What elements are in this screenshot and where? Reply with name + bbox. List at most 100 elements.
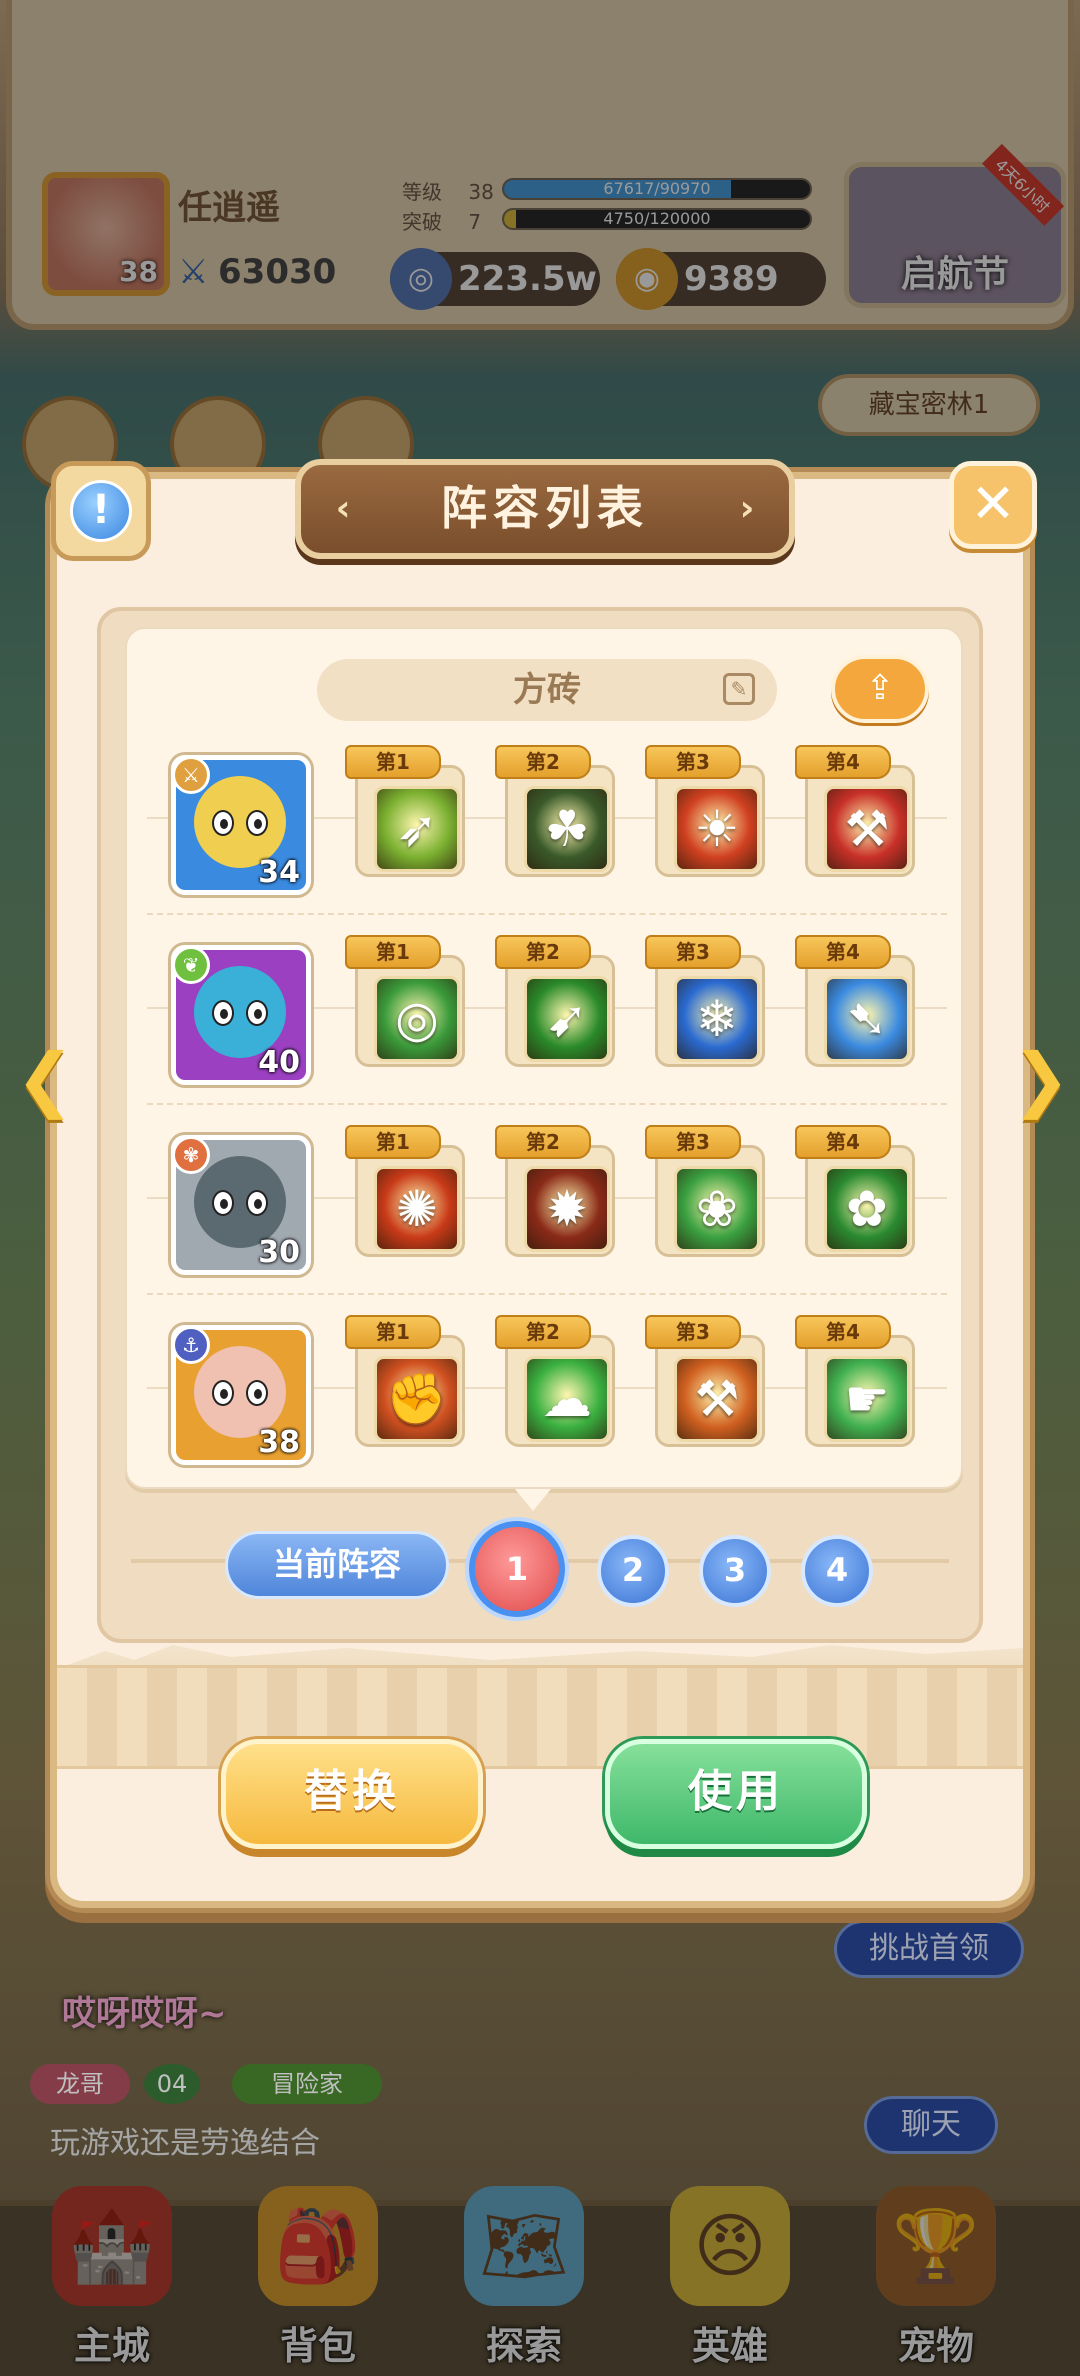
bag-icon: 🎒	[258, 2186, 378, 2306]
player-avatar[interactable]: 38	[42, 172, 170, 296]
hero-portrait[interactable]: ❦ 40	[171, 945, 311, 1085]
event-timer: 4天6小时	[981, 143, 1064, 227]
lineup-tab-1[interactable]: 1	[469, 1521, 565, 1617]
skill-slot[interactable]: ⚒ 第4	[795, 745, 919, 885]
axe-icon: ⚒	[824, 786, 910, 872]
skill-slot[interactable]: ❄ 第3	[645, 935, 769, 1075]
skill-slot[interactable]: ➹ 第2	[495, 935, 619, 1075]
title-left-ornament-icon: ‹	[335, 488, 351, 529]
hero-row: ⚓ 38 ✊ 第1 ☁ 第2 ⚒ 第3 ☛ 第4	[147, 1315, 947, 1475]
hero-level: 38	[258, 1425, 300, 1460]
gem-counter[interactable]: ◉ 9389	[616, 248, 826, 310]
event-label: 启航节	[900, 254, 1009, 295]
use-button[interactable]: 使用	[605, 1739, 867, 1849]
skill-frame: ✊	[355, 1335, 465, 1447]
skill-slot[interactable]: ☁ 第2	[495, 1315, 619, 1455]
combat-power: ⚔ 63030	[178, 252, 336, 292]
hero-level: 40	[258, 1045, 300, 1080]
close-button[interactable]: ✕	[949, 461, 1037, 549]
skill-slot[interactable]: ☛ 第4	[795, 1315, 919, 1455]
lineup-card: 方砖 ✎ ⇪ ⚔ 34 ➶ 第1 ☘ 第2 ☀ 第3 ⚒ 第4 ❦ 40 ◎ 第1 ➹ 第2 ❄ 第3 ➷ 第4 ✾ 30…	[125, 627, 963, 1511]
lineup-tab-4[interactable]: 4	[801, 1535, 873, 1607]
prev-arrow-icon[interactable]: ❮	[15, 1039, 75, 1119]
skill-slot[interactable]: ✺ 第1	[345, 1125, 469, 1265]
arrow-strike-icon: ➶	[374, 786, 460, 872]
chat-button[interactable]: 聊天	[864, 2096, 998, 2154]
nav-item-3[interactable]: 😠 英雄	[640, 2166, 820, 2376]
hero-row: ⚔ 34 ➶ 第1 ☘ 第2 ☀ 第3 ⚒ 第4	[147, 745, 947, 915]
nav-item-4[interactable]: 🏆 宠物	[846, 2166, 1026, 2376]
skill-frame: ❄	[655, 955, 765, 1067]
anchor-icon: ⚓	[172, 1326, 210, 1364]
green-hand-icon: ☛	[824, 1356, 910, 1442]
skill-order-tab: 第2	[495, 935, 591, 969]
green-orb-icon: ❀	[674, 1166, 760, 1252]
chat-sender-level: 04	[144, 2064, 200, 2104]
skill-slot[interactable]: ✹ 第2	[495, 1125, 619, 1265]
skill-order-tab: 第1	[345, 1315, 441, 1349]
hero-portrait[interactable]: ⚔ 34	[171, 755, 311, 895]
hero-portrait[interactable]: ⚓ 38	[171, 1325, 311, 1465]
break-exp-text: 4750/120000	[603, 209, 711, 228]
crossed-swords-icon: ⚔	[178, 252, 209, 292]
skill-frame: ☁	[505, 1335, 615, 1447]
skill-frame: ☛	[805, 1335, 915, 1447]
coin-counter[interactable]: ◎ 223.5w	[390, 248, 600, 310]
nav-item-0[interactable]: 🏰 主城	[22, 2166, 202, 2376]
nav-label: 探索	[485, 2324, 562, 2368]
level-row: 等级 38 67617/90970	[402, 176, 812, 205]
skill-frame: ➷	[805, 955, 915, 1067]
skill-slot[interactable]: ❀ 第3	[645, 1125, 769, 1265]
break-exp-bar: 4750/120000	[502, 208, 812, 230]
nav-label: 宠物	[897, 2324, 974, 2368]
skill-slot[interactable]: ◎ 第1	[345, 935, 469, 1075]
info-button[interactable]: !	[51, 461, 151, 561]
nav-label: 英雄	[691, 2324, 768, 2368]
nav-label: 主城	[73, 2324, 150, 2368]
next-arrow-icon[interactable]: ❯	[1011, 1039, 1071, 1119]
title-right-ornament-icon: ›	[739, 488, 755, 529]
exclamation-icon: !	[70, 480, 132, 542]
leaf-star-icon: ✿	[824, 1166, 910, 1252]
sword-icon: ⚔	[172, 756, 210, 794]
skill-slot[interactable]: ☀ 第3	[645, 745, 769, 885]
skill-frame: ➹	[505, 955, 615, 1067]
skill-order-tab: 第2	[495, 1315, 591, 1349]
skill-frame: ◎	[355, 955, 465, 1067]
lineup-tab-3[interactable]: 3	[699, 1535, 771, 1607]
skill-frame: ✿	[805, 1145, 915, 1257]
skill-slot[interactable]: ➶ 第1	[345, 745, 469, 885]
hero-portrait[interactable]: ✾ 30	[171, 1135, 311, 1275]
area-name[interactable]: 藏宝密林1	[818, 374, 1040, 436]
skill-frame: ⚒	[805, 765, 915, 877]
share-button[interactable]: ⇪	[831, 655, 929, 723]
skill-frame: ➶	[355, 765, 465, 877]
hero-level: 34	[258, 855, 300, 890]
player-level: 38	[119, 255, 158, 288]
break-label: 突破	[402, 210, 442, 234]
edit-icon[interactable]: ✎	[723, 673, 755, 705]
skill-slot[interactable]: ✊ 第1	[345, 1315, 469, 1455]
skill-slot[interactable]: ➷ 第4	[795, 935, 919, 1075]
lineup-name-field[interactable]: 方砖 ✎	[317, 659, 777, 721]
player-name: 任逍遥	[178, 188, 280, 228]
nav-item-1[interactable]: 🎒 背包	[228, 2166, 408, 2376]
skill-slot[interactable]: ⚒ 第3	[645, 1315, 769, 1455]
nav-item-2[interactable]: 🗺 探索	[434, 2166, 614, 2376]
chat-sender[interactable]: 龙哥	[30, 2064, 130, 2104]
gem-value: 9389	[684, 259, 779, 299]
level-value: 38	[468, 180, 494, 204]
lineup-list-dialog: ! ‹ 阵容列表 › ✕ ❮ ❯ 方砖 ✎ ⇪ ⚔ 34 ➶ 第1 ☘ 第2 ☀ 第3 ⚒ 第4 ❦…	[16, 459, 1070, 1908]
water-splash-icon: ❄	[674, 976, 760, 1062]
current-lineup-label: 当前阵容	[225, 1531, 449, 1599]
hero-level: 30	[258, 1235, 300, 1270]
lineup-tab-2[interactable]: 2	[597, 1535, 669, 1607]
skill-order-tab: 第1	[345, 1125, 441, 1159]
event-banner[interactable]: 4天6小时 启航节	[844, 143, 1066, 308]
challenge-boss-button[interactable]: 挑战首领	[834, 1920, 1024, 1978]
replace-button[interactable]: 替换	[221, 1739, 483, 1849]
skill-slot[interactable]: ☘ 第2	[495, 745, 619, 885]
row-separator	[147, 1293, 947, 1295]
skill-slot[interactable]: ✿ 第4	[795, 1125, 919, 1265]
skill-order-tab: 第4	[795, 935, 891, 969]
